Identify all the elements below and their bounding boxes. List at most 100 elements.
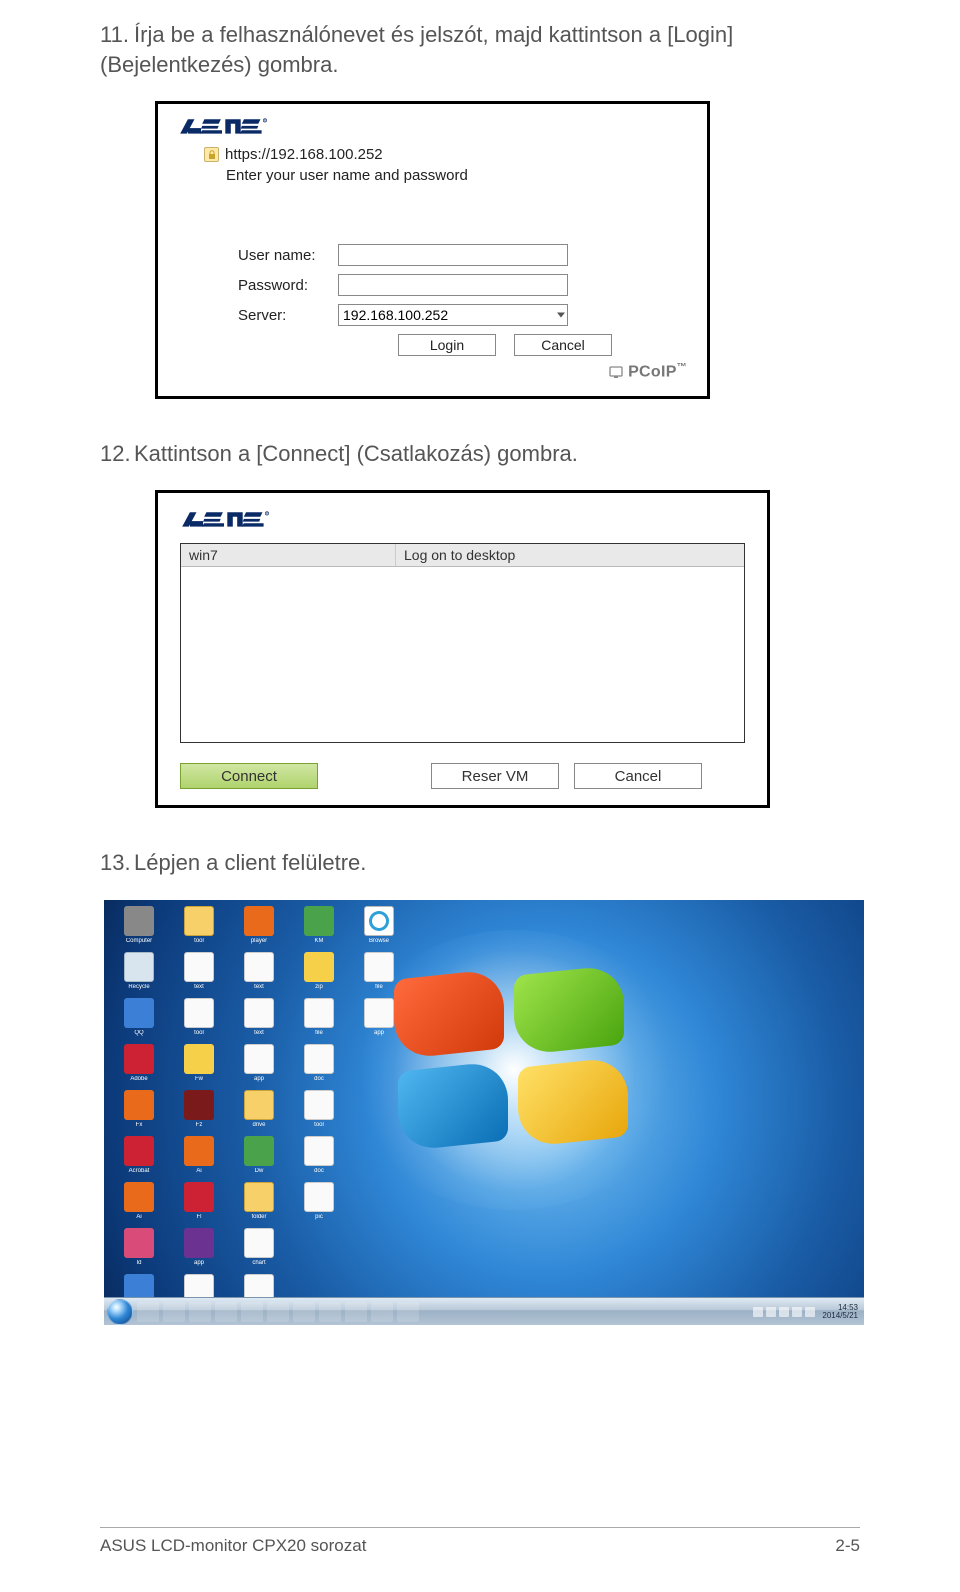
- chevron-down-icon[interactable]: [557, 313, 565, 318]
- app-icon: [124, 1090, 154, 1120]
- reset-vm-button[interactable]: Reser VM: [431, 763, 559, 789]
- step-13-text: Lépjen a client felületre.: [134, 850, 366, 875]
- app-icon: [184, 952, 214, 982]
- vm-list-col2: Log on to desktop: [396, 544, 744, 566]
- system-tray[interactable]: 14:53 2014/5/21: [753, 1304, 864, 1320]
- step-13-num: 13.: [100, 848, 134, 878]
- desktop-icon[interactable]: app: [232, 1044, 286, 1086]
- taskbar-pin[interactable]: [189, 1302, 211, 1322]
- desktop-icon[interactable]: Acrobat: [112, 1136, 166, 1178]
- desktop-icon-label: Dw: [232, 1168, 286, 1178]
- tray-icon[interactable]: [792, 1307, 802, 1317]
- desktop-icon[interactable]: text: [232, 952, 286, 994]
- step-12-text: Kattintson a [Connect] (Csatlakozás) gom…: [134, 441, 578, 466]
- username-label: User name:: [238, 247, 338, 264]
- tray-icon[interactable]: [779, 1307, 789, 1317]
- tray-icon[interactable]: [805, 1307, 815, 1317]
- taskbar-pin[interactable]: [293, 1302, 315, 1322]
- taskbar-pin[interactable]: [137, 1302, 159, 1322]
- app-icon: [184, 1044, 214, 1074]
- desktop-screenshot: ComputerRecycleQQAdobeFxAcrobatAiIdskype…: [104, 900, 864, 1325]
- desktop-icon[interactable]: Fz: [172, 1090, 226, 1132]
- desktop-icon[interactable]: Fx: [112, 1090, 166, 1132]
- app-icon: [184, 1182, 214, 1212]
- desktop-icon[interactable]: Ai: [112, 1182, 166, 1224]
- desktop-icon[interactable]: doc: [292, 1136, 346, 1178]
- desktop-icon[interactable]: QQ: [112, 998, 166, 1040]
- desktop-icon[interactable]: player: [232, 906, 286, 948]
- taskbar-pin[interactable]: [371, 1302, 393, 1322]
- desktop-icon[interactable]: tool: [292, 1090, 346, 1132]
- desktop-icon[interactable]: Id: [112, 1228, 166, 1270]
- desktop-icon[interactable]: tool: [172, 906, 226, 948]
- taskbar-pin[interactable]: [345, 1302, 367, 1322]
- cancel-button[interactable]: Cancel: [574, 763, 702, 789]
- desktop-icon[interactable]: file: [292, 998, 346, 1040]
- desktop-icon[interactable]: doc: [292, 1044, 346, 1086]
- tray-icon[interactable]: [753, 1307, 763, 1317]
- server-input[interactable]: [338, 304, 568, 326]
- app-icon: [244, 952, 274, 982]
- desktop-icon[interactable]: KM: [292, 906, 346, 948]
- app-icon: [244, 1228, 274, 1258]
- taskbar[interactable]: 14:53 2014/5/21: [104, 1297, 864, 1325]
- desktop-icon-label: app: [232, 1076, 286, 1086]
- desktop-icon-label: pic: [292, 1214, 346, 1224]
- app-icon: [304, 1090, 334, 1120]
- app-icon: [244, 1090, 274, 1120]
- desktop-icon[interactable]: Recycle: [112, 952, 166, 994]
- connect-button[interactable]: Connect: [180, 763, 318, 789]
- desktop-icon[interactable]: Computer: [112, 906, 166, 948]
- desktop-icon-label: Browse: [352, 938, 406, 948]
- desktop-icon-label: Recycle: [112, 984, 166, 994]
- taskbar-pin[interactable]: [241, 1302, 263, 1322]
- desktop-icon[interactable]: text: [172, 952, 226, 994]
- desktop-icon[interactable]: Adobe: [112, 1044, 166, 1086]
- desktop-icon[interactable]: Fw: [172, 1044, 226, 1086]
- desktop-icon[interactable]: pic: [292, 1182, 346, 1224]
- desktop-icon[interactable]: chart: [232, 1228, 286, 1270]
- desktop-icon-label: QQ: [112, 1030, 166, 1040]
- desktop-icon[interactable]: folder: [232, 1182, 286, 1224]
- taskbar-pin[interactable]: [319, 1302, 341, 1322]
- lock-icon: [204, 147, 219, 162]
- desktop-icon[interactable]: Fl: [172, 1182, 226, 1224]
- password-input[interactable]: [338, 274, 568, 296]
- login-button[interactable]: Login: [398, 334, 496, 356]
- app-icon: [364, 906, 394, 936]
- desktop-icon[interactable]: app: [172, 1228, 226, 1270]
- app-icon: [364, 952, 394, 982]
- desktop-icon[interactable]: drive: [232, 1090, 286, 1132]
- desktop-icon[interactable]: file: [352, 952, 406, 994]
- desktop-icon[interactable]: text: [232, 998, 286, 1040]
- desktop-icon-label: Computer: [112, 938, 166, 948]
- app-icon: [124, 952, 154, 982]
- app-icon: [304, 952, 334, 982]
- svg-text:R: R: [266, 512, 268, 516]
- start-button[interactable]: [107, 1299, 133, 1325]
- desktop-icon[interactable]: Ai: [172, 1136, 226, 1178]
- app-icon: [304, 906, 334, 936]
- username-input[interactable]: [338, 244, 568, 266]
- desktop-icon[interactable]: app: [352, 998, 406, 1040]
- taskbar-pin[interactable]: [267, 1302, 289, 1322]
- desktop-icon[interactable]: Dw: [232, 1136, 286, 1178]
- app-icon: [184, 1090, 214, 1120]
- taskbar-clock[interactable]: 14:53 2014/5/21: [818, 1304, 858, 1320]
- footer-left: ASUS LCD-monitor CPX20 sorozat: [100, 1536, 366, 1556]
- taskbar-pin[interactable]: [163, 1302, 185, 1322]
- step-12-num: 12.: [100, 439, 134, 469]
- desktop-icon[interactable]: zip: [292, 952, 346, 994]
- desktop-icon[interactable]: Browse: [352, 906, 406, 948]
- taskbar-pin[interactable]: [215, 1302, 237, 1322]
- step-13: 13.Lépjen a client felületre.: [100, 848, 860, 878]
- desktop-icon[interactable]: tool: [172, 998, 226, 1040]
- desktop-icon-label: player: [232, 938, 286, 948]
- taskbar-pin[interactable]: [397, 1302, 419, 1322]
- cancel-button[interactable]: Cancel: [514, 334, 612, 356]
- app-icon: [244, 1044, 274, 1074]
- tray-icon[interactable]: [766, 1307, 776, 1317]
- step-11-text: Írja be a felhasználónevet és jelszót, m…: [100, 22, 733, 77]
- vm-list[interactable]: win7 Log on to desktop: [180, 543, 745, 743]
- desktop-icon-label: Ai: [112, 1214, 166, 1224]
